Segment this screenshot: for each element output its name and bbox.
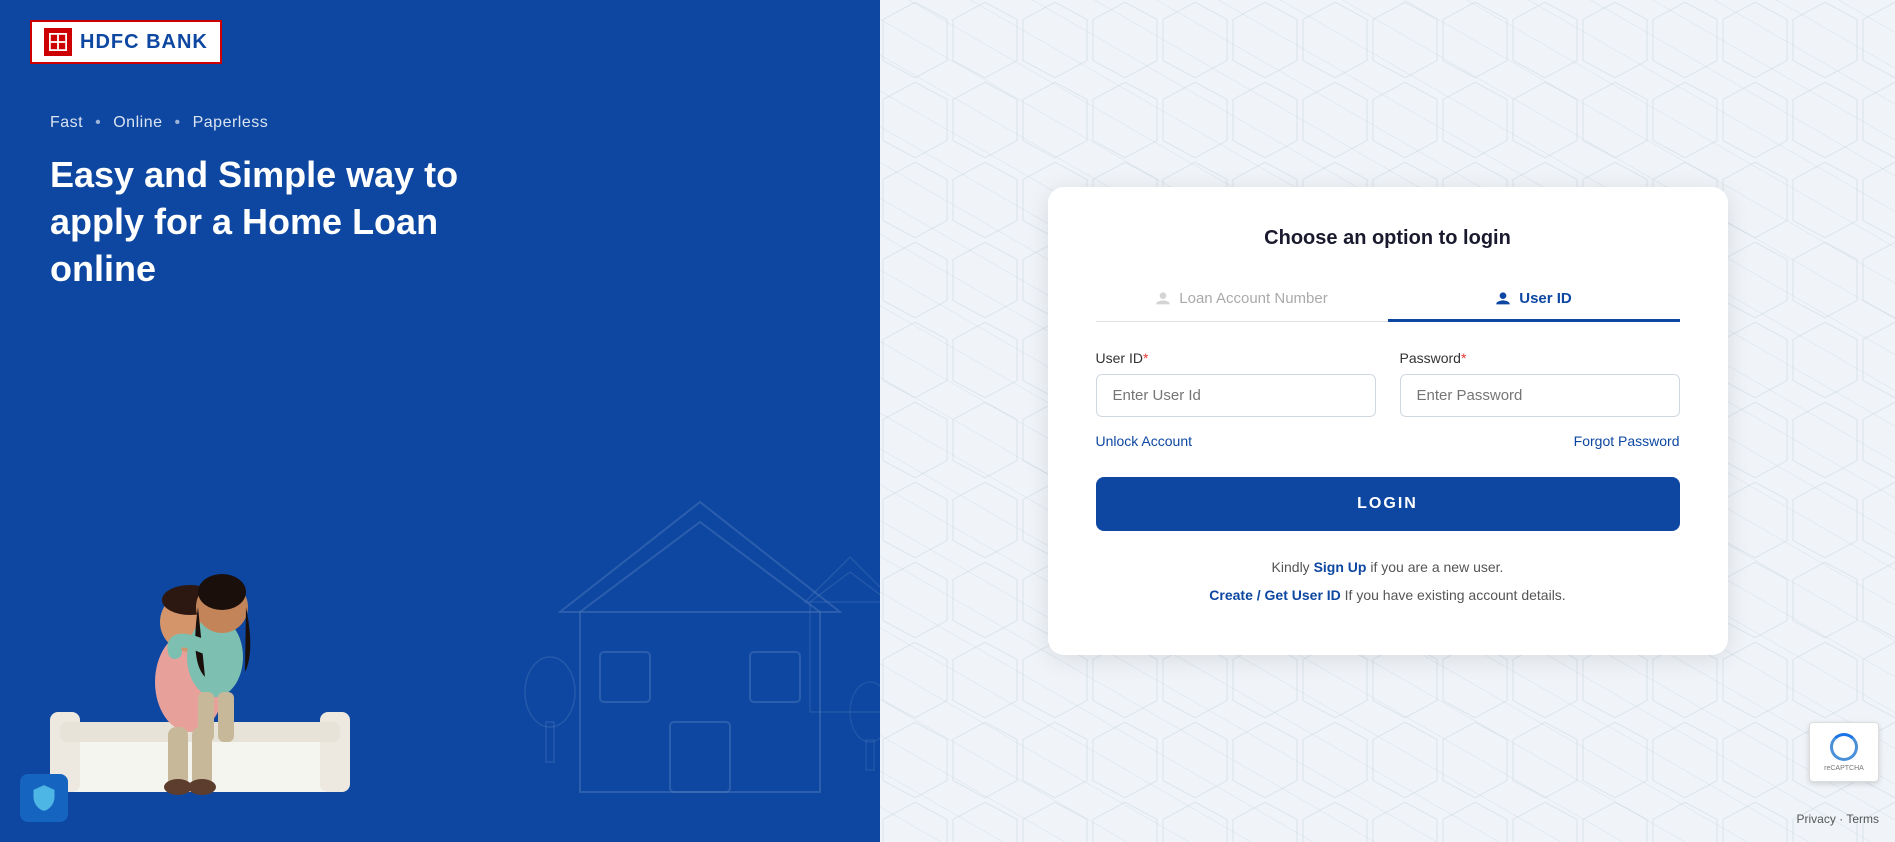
user-filled-icon [1495,291,1511,307]
tab-userid-label: User ID [1519,290,1572,307]
footer-create-line: Create / Get User ID If you have existin… [1096,587,1680,603]
terms-link[interactable]: Terms [1846,812,1879,826]
password-group: Password* [1400,350,1680,417]
hero-text: Easy and Simple way to apply for a Home … [0,142,520,302]
tagline-fast: Fast [50,114,83,132]
footer-suffix: if you are a new user. [1366,559,1503,575]
tab-loan-label: Loan Account Number [1179,290,1327,307]
userid-label: User ID* [1096,350,1376,366]
illustration [0,382,880,842]
tab-strip: Loan Account Number User ID [1096,278,1680,322]
tab-loan-account[interactable]: Loan Account Number [1096,278,1388,322]
password-input[interactable] [1400,374,1680,417]
shield-badge [20,774,68,822]
tagline: Fast • Online • Paperless [0,84,880,142]
house-illustration [500,492,880,842]
privacy-bar: Privacy · Terms [1797,812,1879,826]
logo-text: HDFC BANK [80,31,208,54]
tab-user-id[interactable]: User ID [1388,278,1680,322]
footer-create-suffix: If you have existing account details. [1341,587,1566,603]
recaptcha-badge: reCAPTCHA [1809,722,1879,782]
forgot-password-link[interactable]: Forgot Password [1574,433,1680,449]
logo-icon [44,28,72,56]
recaptcha-text: reCAPTCHA [1824,765,1864,772]
right-panel: Choose an option to login Loan Account N… [880,0,1895,842]
footer-signup-line: Kindly Sign Up if you are a new user. [1096,559,1680,575]
user-outline-icon [1155,291,1171,307]
password-label: Password* [1400,350,1680,366]
left-panel: HDFC BANK Fast • Online • Paperless Easy… [0,0,880,842]
login-card: Choose an option to login Loan Account N… [1048,187,1728,655]
login-button[interactable]: LOGIN [1096,477,1680,531]
tagline-online: Online [113,114,162,132]
card-title: Choose an option to login [1096,227,1680,250]
recaptcha-spinner [1830,733,1858,761]
privacy-link[interactable]: Privacy [1797,812,1836,826]
create-userid-link[interactable]: Create / Get User ID [1209,587,1341,603]
signup-link[interactable]: Sign Up [1314,559,1367,575]
form-row: User ID* Password* [1096,350,1680,417]
unlock-account-link[interactable]: Unlock Account [1096,433,1193,449]
userid-input[interactable] [1096,374,1376,417]
tagline-paperless: Paperless [193,114,269,132]
userid-group: User ID* [1096,350,1376,417]
couple-illustration [30,492,370,842]
header: HDFC BANK [0,0,880,84]
footer-prefix: Kindly [1272,559,1314,575]
logo: HDFC BANK [30,20,222,64]
links-row: Unlock Account Forgot Password [1096,433,1680,449]
